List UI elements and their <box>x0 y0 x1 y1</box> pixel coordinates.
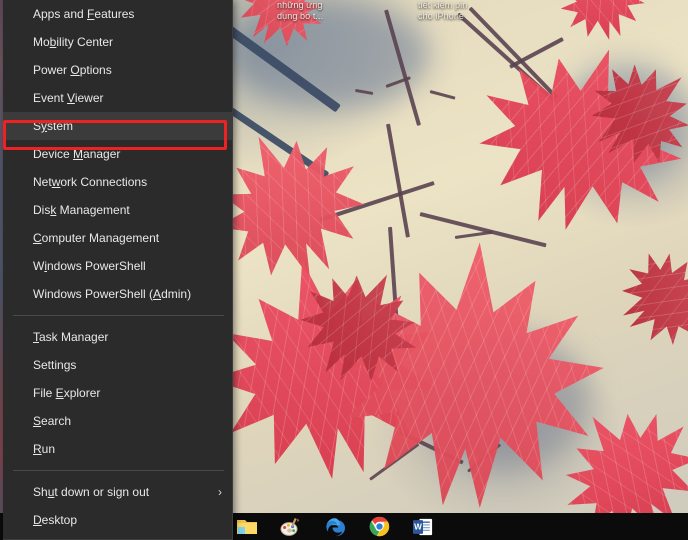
menu-item-label: Mobility Center <box>33 35 113 49</box>
menu-item-label: Task Manager <box>33 330 108 344</box>
menu-separator <box>13 470 224 471</box>
menu-item-label: Event Viewer <box>33 91 104 105</box>
chevron-right-icon: › <box>218 478 222 506</box>
menu-item-run[interactable]: Run <box>3 435 232 463</box>
wallpaper-twig <box>509 37 564 69</box>
paint-glyph <box>280 517 302 537</box>
wallpaper-twig <box>455 231 493 239</box>
file-explorer-glyph <box>236 517 258 537</box>
edge-glyph <box>324 516 346 538</box>
menu-group-shell: Task Manager Settings File Explorer Sear… <box>3 323 232 463</box>
menu-item-system[interactable]: System <box>3 112 232 140</box>
google-chrome-icon[interactable] <box>368 516 390 538</box>
menu-item-search[interactable]: Search <box>3 407 232 435</box>
svg-text:W: W <box>414 522 422 531</box>
file-explorer-icon[interactable] <box>236 516 258 538</box>
microsoft-word-icon[interactable]: W <box>412 516 434 538</box>
menu-item-mobility-center[interactable]: Mobility Center <box>3 28 232 56</box>
menu-item-device-manager[interactable]: Device Manager <box>3 140 232 168</box>
menu-item-windows-powershell-admin[interactable]: Windows PowerShell (Admin) <box>3 280 232 308</box>
menu-item-label: File Explorer <box>33 386 100 400</box>
desktop-caption: tiết kiệm pin cho iPhone <box>418 0 467 22</box>
menu-item-label: Desktop <box>33 513 77 527</box>
menu-item-disk-management[interactable]: Disk Management <box>3 196 232 224</box>
menu-item-power-options[interactable]: Power Options <box>3 56 232 84</box>
menu-item-label: Shut down or sign out <box>33 485 149 499</box>
wallpaper-twig <box>420 212 547 247</box>
menu-item-shut-down-or-sign-out[interactable]: Shut down or sign out › <box>3 478 232 506</box>
menu-item-label: Settings <box>33 358 76 372</box>
menu-item-label: Disk Management <box>33 203 130 217</box>
wallpaper-twig <box>355 89 373 95</box>
menu-item-apps-and-features[interactable]: Apps and Features <box>3 0 232 28</box>
menu-item-event-viewer[interactable]: Event Viewer <box>3 84 232 112</box>
menu-item-desktop[interactable]: Desktop <box>3 506 232 534</box>
menu-item-windows-powershell[interactable]: Windows PowerShell <box>3 252 232 280</box>
power-user-menu[interactable]: Apps and Features Mobility Center Power … <box>3 0 233 540</box>
menu-item-label: Windows PowerShell <box>33 259 146 273</box>
menu-item-label: Apps and Features <box>33 7 134 21</box>
chrome-glyph <box>369 516 390 537</box>
menu-item-label: Device Manager <box>33 147 120 161</box>
menu-item-file-explorer[interactable]: File Explorer <box>3 379 232 407</box>
menu-item-label: System <box>33 119 73 133</box>
menu-item-computer-management[interactable]: Computer Management <box>3 224 232 252</box>
menu-item-label: Search <box>33 414 71 428</box>
menu-item-label: Network Connections <box>33 175 147 189</box>
paint-icon[interactable] <box>280 516 302 538</box>
menu-item-task-manager[interactable]: Task Manager <box>3 323 232 351</box>
menu-group-session: Shut down or sign out › Desktop <box>3 478 232 534</box>
wallpaper-branch <box>222 23 341 113</box>
screen: những ứng dụng bo t... tiết kiệm pin cho… <box>0 0 688 540</box>
menu-item-label: Computer Management <box>33 231 159 245</box>
menu-item-label: Run <box>33 442 55 456</box>
menu-item-network-connections[interactable]: Network Connections <box>3 168 232 196</box>
menu-group-system-tools: Apps and Features Mobility Center Power … <box>3 0 232 308</box>
wallpaper-twig <box>469 7 559 100</box>
taskbar-icon-group: W <box>236 513 434 540</box>
wallpaper-twig <box>430 90 456 100</box>
menu-separator <box>13 315 224 316</box>
wallpaper-leaf <box>603 233 688 363</box>
wallpaper-twig <box>386 124 410 238</box>
word-glyph: W <box>412 517 434 537</box>
wallpaper-twig <box>384 9 421 125</box>
microsoft-edge-icon[interactable] <box>324 516 346 538</box>
desktop-caption: những ứng dụng bo t... <box>277 0 323 22</box>
wallpaper-leaf <box>550 0 656 51</box>
menu-item-settings[interactable]: Settings <box>3 351 232 379</box>
menu-item-label: Power Options <box>33 63 112 77</box>
menu-item-label: Windows PowerShell (Admin) <box>33 287 191 301</box>
